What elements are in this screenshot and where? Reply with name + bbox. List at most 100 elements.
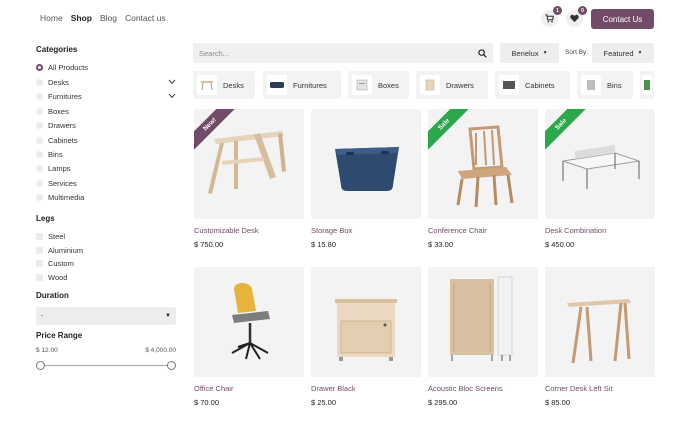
duration-value: -	[41, 312, 44, 320]
search-icon[interactable]	[478, 48, 487, 58]
chip-label: Drawers	[446, 80, 474, 90]
duration-title: Duration	[36, 291, 69, 300]
legs-label: Wood	[48, 273, 68, 282]
drawer-thumbnail	[420, 75, 440, 95]
category-all-products[interactable]: All Products	[36, 61, 176, 74]
category-services[interactable]: Services	[36, 177, 176, 190]
legs-label: Aluminium	[48, 246, 84, 255]
category-drawers[interactable]: Drawers	[36, 119, 176, 132]
contact-us-button[interactable]: Contact Us	[591, 9, 654, 29]
category-label: Lamps	[48, 164, 71, 173]
chip-label: Furnitures	[293, 80, 327, 90]
product-name[interactable]: Desk Combination	[545, 226, 606, 235]
radio-icon	[36, 151, 43, 158]
category-lamps[interactable]: Lamps	[36, 162, 176, 175]
product-image[interactable]: New!	[194, 109, 304, 219]
radio-icon	[36, 165, 43, 172]
search-placeholder: Search...	[199, 48, 230, 58]
checkbox-icon	[36, 260, 43, 267]
wishlist-button[interactable]: 0	[566, 6, 587, 27]
sort-value: Featured	[603, 48, 634, 58]
radio-icon	[36, 122, 43, 129]
checkbox-icon	[36, 233, 43, 240]
category-label: Drawers	[48, 121, 76, 130]
category-cabinets[interactable]: Cabinets	[36, 134, 176, 147]
nav-blog[interactable]: Blog	[100, 13, 117, 23]
nav-shop[interactable]: Shop	[71, 13, 92, 23]
product-price: $ 750.00	[194, 240, 224, 249]
chip-label: Bins	[607, 80, 622, 90]
sort-dropdown[interactable]: Featured ▼	[592, 43, 654, 63]
checkbox-icon	[36, 247, 43, 254]
category-furnitures[interactable]: Furnitures	[36, 90, 176, 103]
chip-cabinets[interactable]: Cabinets	[495, 71, 570, 99]
duration-select[interactable]: - ▼	[36, 307, 176, 325]
legs-aluminium[interactable]: Aluminium	[36, 244, 176, 257]
product-price: $ 33.00	[428, 240, 454, 249]
chip-label: Desks	[223, 80, 244, 90]
legs-steel[interactable]: Steel	[36, 230, 176, 243]
chevron-down-icon[interactable]	[168, 93, 176, 99]
cabinet-thumbnail	[499, 75, 519, 95]
product-name[interactable]: Office Chair	[194, 384, 233, 393]
chip-bins[interactable]: Bins	[577, 71, 633, 99]
cart-icon	[545, 14, 554, 23]
search-input[interactable]: Search...	[193, 43, 493, 63]
category-desks[interactable]: Desks	[36, 76, 176, 89]
price-range-title: Price Range	[36, 331, 83, 340]
category-boxes[interactable]: Boxes	[36, 105, 176, 118]
price-slider-track[interactable]	[40, 365, 171, 366]
product-name[interactable]: Acoustic Bloc Screens	[428, 384, 503, 393]
product-name[interactable]: Customizable Desk	[194, 226, 259, 235]
radio-icon	[36, 79, 43, 86]
cart-button[interactable]: 1	[541, 6, 562, 27]
chip-drawers[interactable]: Drawers	[416, 71, 488, 99]
legs-custom[interactable]: Custom	[36, 257, 176, 270]
nav-contact-us[interactable]: Contact us	[125, 13, 166, 23]
pricelist-dropdown[interactable]: Benelux ▼	[500, 43, 559, 63]
cart-count-badge: 1	[553, 6, 562, 15]
chip-label: Boxes	[378, 80, 399, 90]
chip-desks[interactable]: Desks	[193, 71, 255, 99]
chip-more[interactable]	[640, 71, 654, 99]
chip-label: Cabinets	[525, 80, 555, 90]
product-name[interactable]: Conference Chair	[428, 226, 487, 235]
product-image[interactable]	[311, 267, 421, 377]
product-image[interactable]: Sale	[428, 109, 538, 219]
legs-label: Custom	[48, 259, 74, 268]
product-name[interactable]: Drawer Black	[311, 384, 356, 393]
price-slider-min-handle[interactable]	[36, 361, 45, 370]
price-slider-max-handle[interactable]	[167, 361, 176, 370]
bin-thumbnail	[581, 75, 601, 95]
category-multimedia[interactable]: Multimedia	[36, 191, 176, 204]
category-label: Furnitures	[48, 92, 82, 101]
price-max: $ 4,000.00	[145, 347, 176, 354]
category-label: Multimedia	[48, 193, 85, 202]
product-name[interactable]: Storage Box	[311, 226, 352, 235]
product-image[interactable]: Sale	[545, 109, 655, 219]
chip-furnitures[interactable]: Furnitures	[263, 71, 341, 99]
categories-title: Categories	[36, 45, 78, 54]
product-image[interactable]	[194, 267, 304, 377]
chevron-down-icon[interactable]	[168, 79, 176, 85]
category-bins[interactable]: Bins	[36, 148, 176, 161]
category-label: All Products	[48, 63, 89, 72]
product-price: $ 15.80	[311, 240, 337, 249]
nav-home[interactable]: Home	[40, 13, 63, 23]
product-price: $ 85.00	[545, 398, 571, 407]
legs-title: Legs	[36, 214, 55, 223]
heart-icon	[570, 14, 579, 23]
radio-icon	[36, 108, 43, 115]
caret-down-icon: ▼	[637, 50, 643, 56]
radio-icon	[36, 180, 43, 187]
product-price: $ 295.00	[428, 398, 458, 407]
legs-wood[interactable]: Wood	[36, 271, 176, 284]
product-image[interactable]	[545, 267, 655, 377]
product-price: $ 450.00	[545, 240, 575, 249]
category-label: Boxes	[48, 107, 69, 116]
category-label: Desks	[48, 78, 69, 87]
product-image[interactable]	[311, 109, 421, 219]
chip-boxes[interactable]: Boxes	[348, 71, 409, 99]
product-image[interactable]	[428, 267, 538, 377]
product-name[interactable]: Corner Desk Left Sit	[545, 384, 613, 393]
